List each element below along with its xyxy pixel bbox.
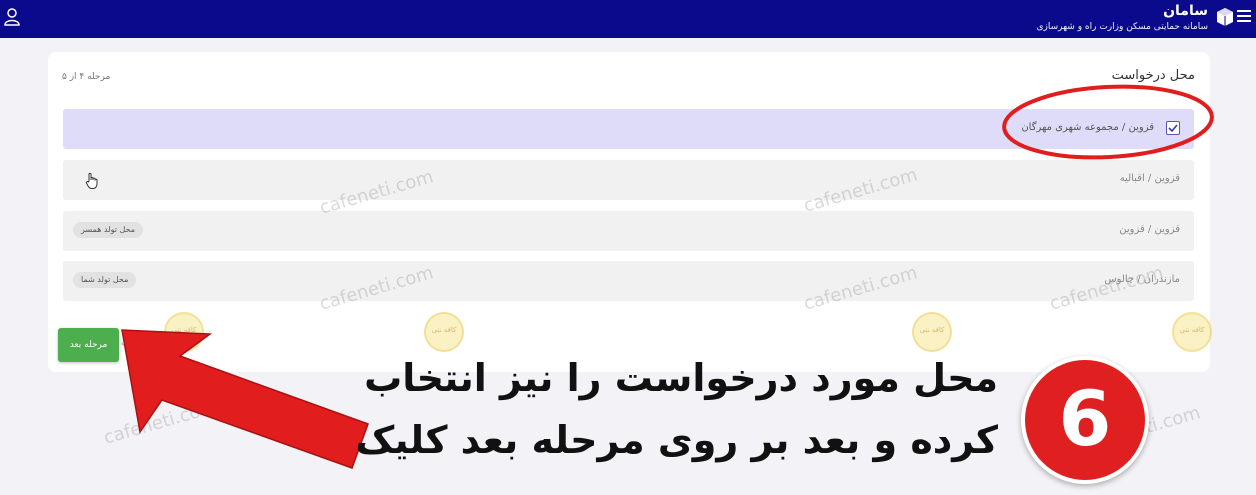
- red-arrow-icon: [121, 329, 369, 469]
- instruction-line-1: محل مورد درخواست را نیز انتخاب: [364, 356, 998, 400]
- step-number-badge: 6: [1021, 356, 1149, 484]
- instruction-line-2: کرده و بعد بر روی مرحله بعد کلیک: [355, 418, 998, 462]
- highlight-ellipse: [1002, 84, 1214, 160]
